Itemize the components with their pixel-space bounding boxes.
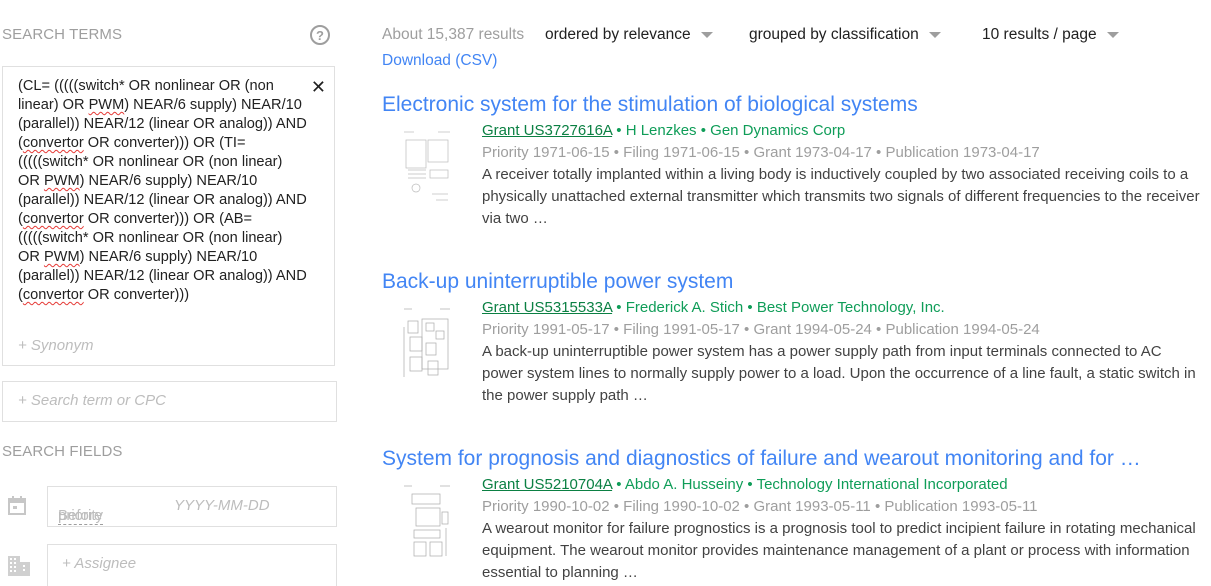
per-page-dropdown[interactable]: 10 results / page [982,26,1119,44]
separator: • [612,476,625,493]
assignee-placeholder: + Assignee [62,555,137,572]
spellcheck-word: PWM [43,173,80,189]
search-term-input[interactable]: + Search term or CPC [2,381,337,422]
add-synonym-input[interactable]: + Synonym [18,337,93,354]
search-fields-heading: SEARCH FIELDS [2,443,123,460]
search-query-text[interactable]: (CL= (((((switch* OR nonlinear OR (non l… [18,77,308,305]
search-sidebar: SEARCH TERMS ? (CL= (((((switch* OR nonl… [0,0,345,586]
result-snippet: A receiver totally implanted within a li… [482,166,1200,227]
result-count: About 15,387 results [382,26,525,43]
per-page-label: 10 results / page [982,26,1097,43]
spellcheck-word: PWM [88,97,125,113]
inventor: Frederick A. Stich [625,299,744,316]
inventor: H Lenzkes [625,122,697,139]
chevron-down-icon [700,31,713,38]
close-icon[interactable]: ✕ [311,77,326,97]
help-circle-icon[interactable]: ? [310,25,330,45]
group-by-label: grouped by classification [749,26,919,43]
priority-type-toggle[interactable]: priority [58,507,104,525]
result-meta: Grant US5210704A • Abdo A. Husseiny • Te… [482,474,1202,496]
result-body: Grant US3727616A • H Lenzkes • Gen Dynam… [482,120,1202,230]
search-term-placeholder: + Search term or CPC [18,392,166,409]
result-snippet: A wearout monitor for failure prognostic… [482,520,1196,581]
before-priority-field[interactable]: Before priority YYYY-MM-DD [47,486,337,527]
result-meta: Grant US3727616A • H Lenzkes • Gen Dynam… [482,120,1202,142]
patent-number-link[interactable]: Grant US3727616A [482,122,612,139]
patent-drawing-thumbnail[interactable] [402,484,452,560]
patent-drawing-thumbnail[interactable] [402,307,452,383]
assignee: Technology International Incorporated [756,476,1008,493]
result-title-link[interactable]: System for prognosis and diagnostics of … [382,446,1202,472]
order-by-dropdown[interactable]: ordered by relevance [545,26,713,44]
chevron-down-icon [1106,31,1119,38]
spellcheck-word: convertor [22,287,84,303]
assignee: Gen Dynamics Corp [710,122,846,139]
assignee-input[interactable]: + Assignee [47,544,337,586]
result-dates: Priority 1990-10-02 • Filing 1990-10-02 … [482,498,1038,515]
chevron-down-icon [928,31,941,38]
result-body: Grant US5210704A • Abdo A. Husseiny • Te… [482,474,1202,584]
spellcheck-word: convertor [22,135,84,151]
result-body: Grant US5315533A • Frederick A. Stich • … [482,297,1202,407]
separator: • [612,299,626,316]
result-dates: Priority 1971-06-15 • Filing 1971-06-15 … [482,144,1040,161]
query-segment: OR converter))) [83,287,190,303]
patent-number-link[interactable]: Grant US5315533A [482,299,612,316]
inventor: Abdo A. Husseiny [624,476,744,493]
calendar-icon [8,495,26,520]
spellcheck-word: PWM [43,249,80,265]
download-csv-link[interactable]: Download (CSV) [382,52,497,70]
order-by-label: ordered by relevance [545,26,691,43]
patent-drawing-thumbnail[interactable] [402,130,452,206]
assignee: Best Power Technology, Inc. [756,299,945,316]
separator: • [743,476,757,493]
separator: • [743,299,757,316]
spellcheck-word: convertor [22,211,84,227]
result-item: System for prognosis and diagnostics of … [382,446,1202,581]
date-placeholder: YYYY-MM-DD [174,497,270,514]
result-title-link[interactable]: Electronic system for the stimulation of… [382,92,1202,118]
separator: • [612,122,626,139]
patent-search-page: SEARCH TERMS ? (CL= (((((switch* OR nonl… [0,0,1211,586]
result-item: Electronic system for the stimulation of… [382,92,1202,227]
group-by-dropdown[interactable]: grouped by classification [749,26,941,44]
result-dates: Priority 1991-05-17 • Filing 1991-05-17 … [482,321,1040,338]
result-title-link[interactable]: Back-up uninterruptible power system [382,269,1202,295]
result-item: Back-up uninterruptible power system Gran… [382,269,1202,404]
search-term-chip[interactable]: (CL= (((((switch* OR nonlinear OR (non l… [2,66,335,366]
building-icon [8,556,30,581]
patent-number-link[interactable]: Grant US5210704A [482,476,612,493]
separator: • [696,122,711,139]
result-meta: Grant US5315533A • Frederick A. Stich • … [482,297,1202,319]
search-terms-heading: SEARCH TERMS [2,26,123,43]
result-snippet: A back-up uninterruptible power system h… [482,343,1196,404]
